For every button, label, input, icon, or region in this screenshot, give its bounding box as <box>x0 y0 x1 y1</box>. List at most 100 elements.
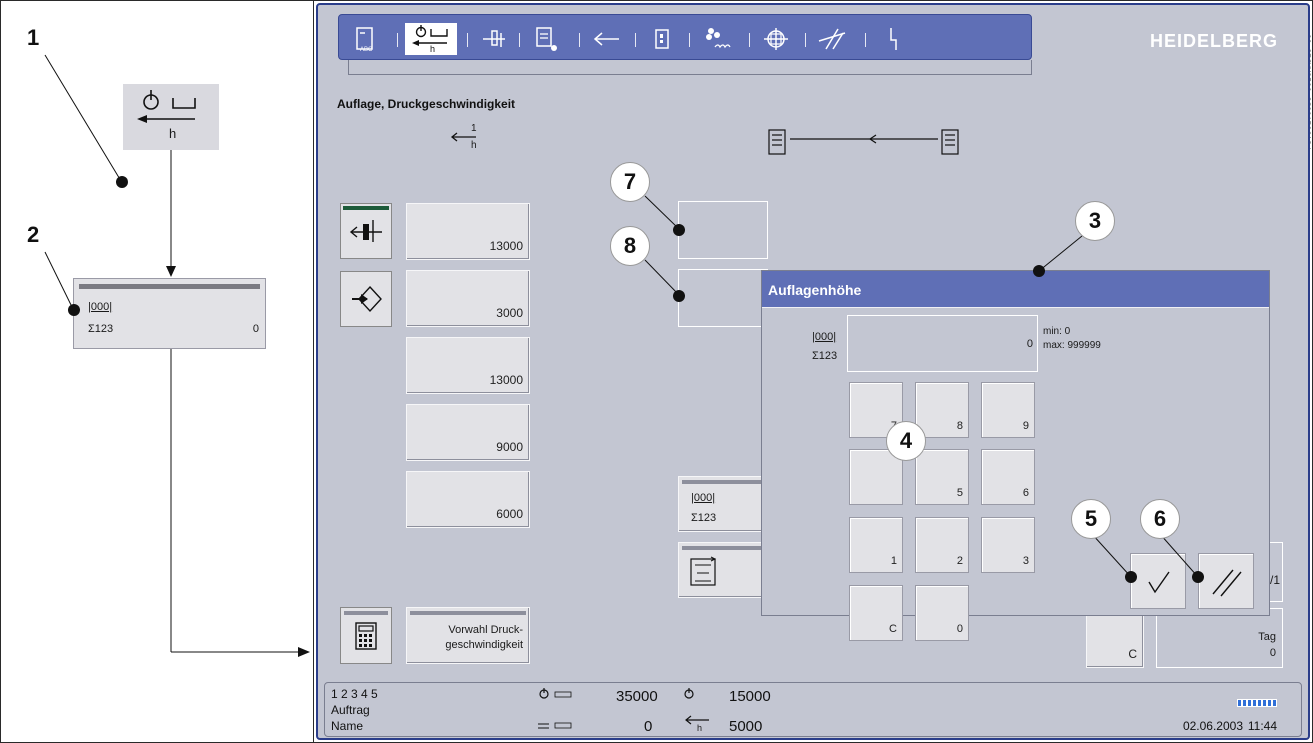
total-count-field[interactable]: |000| Σ123 <box>678 476 768 532</box>
status-counter-rate: 5000 <box>729 718 763 735</box>
key-2[interactable]: 2 <box>915 517 969 573</box>
sheet-counter-field-8[interactable] <box>678 269 768 327</box>
field-value: 9000 <box>496 440 523 454</box>
status-bar: 1 2 3 4 5 Auftrag Name 35000 15000 0 h 5… <box>324 682 1302 737</box>
status-date: 02.06.2003 <box>1182 719 1243 733</box>
confirm-button[interactable] <box>1130 553 1186 609</box>
detail-icon-sub: h <box>169 126 177 141</box>
sheet-flow-diagram <box>766 125 986 161</box>
key-3[interactable]: 3 <box>981 517 1035 573</box>
key-8[interactable]: 8 <box>915 382 969 438</box>
detail-field-line1: |000| <box>88 301 113 313</box>
counter-clear-label: C <box>1128 647 1137 661</box>
checkmark-icon <box>1148 571 1170 594</box>
detail-field-value: 0 <box>252 323 259 335</box>
page-title: Auflage, Druckgeschwindigkeit <box>337 97 516 111</box>
key-6[interactable]: 6 <box>981 449 1035 505</box>
run-length-field-4[interactable]: 9000 <box>406 404 530 461</box>
name-label: Name <box>331 719 364 733</box>
tab-plate-icon[interactable] <box>529 23 563 55</box>
key-0[interactable]: 0 <box>915 585 969 641</box>
tab-inking-icon[interactable] <box>645 23 679 55</box>
figure-divider <box>313 0 314 743</box>
dialog-max-label: max: 999999 <box>1043 340 1101 351</box>
key-5[interactable]: 5 <box>915 449 969 505</box>
transfer-button[interactable] <box>340 271 392 327</box>
field-value: 13000 <box>489 239 523 253</box>
toolbar-underline <box>348 60 1032 75</box>
detail-run-icon-box: h <box>123 84 219 150</box>
reset-counter-icon <box>690 556 717 586</box>
key-1[interactable]: 1 <box>849 517 903 573</box>
detail-count-field: |000| Σ123 0 <box>73 278 266 349</box>
tab-delivery-icon[interactable] <box>815 23 849 55</box>
total-count-line1: |000| <box>691 492 716 504</box>
callout-7: 7 <box>610 162 650 202</box>
callout-4: 4 <box>886 421 926 461</box>
calculator-icon <box>355 621 377 650</box>
run-length-dialog: Auflagenhöhe |000| Σ123 0 min: 0 max: 99… <box>761 270 1270 641</box>
preset-label-1: Vorwahl Druck- <box>448 624 523 636</box>
preset-label-2: geschwindigkeit <box>445 639 523 651</box>
counter-clear-button[interactable]: C <box>1086 613 1144 668</box>
callout-1-dot <box>116 176 128 188</box>
job-numbers: 1 2 3 4 5 <box>331 687 378 701</box>
calculator-button[interactable] <box>340 607 392 664</box>
day-value: 0 <box>1269 647 1276 659</box>
callout-2: 2 <box>27 222 40 247</box>
preset-speed-button[interactable]: Vorwahl Druck- geschwindigkeit <box>406 607 530 664</box>
tab-register-icon[interactable] <box>759 23 793 55</box>
job-label: Auftrag <box>331 703 370 717</box>
run-length-input[interactable]: 0 <box>847 315 1038 372</box>
run-length-field-1[interactable]: 13000 <box>406 203 530 260</box>
run-length-input-value: 0 <box>1026 338 1033 350</box>
run-length-field-3[interactable]: 13000 <box>406 337 530 394</box>
speed-unit-icon: 1 h <box>446 123 486 153</box>
dialog-input-line1: |000| <box>812 331 837 343</box>
status-time: 11:44 <box>1247 719 1277 733</box>
day-counter-field[interactable]: Tag 0 <box>1156 608 1283 668</box>
callout-5-dot <box>1125 571 1137 583</box>
tab-feeder-icon[interactable] <box>477 23 511 55</box>
sheet-counter-field-7[interactable] <box>678 201 768 259</box>
cancel-button[interactable] <box>1198 553 1254 609</box>
rate-sub-label: h <box>697 723 703 733</box>
callout-5: 5 <box>1071 499 1111 539</box>
speed-counter-icon <box>684 688 694 699</box>
callout-8-dot <box>673 290 685 302</box>
detail-field-line2: Σ123 <box>88 323 114 335</box>
status-counter-current: 0 <box>644 718 653 735</box>
run-length-field-5[interactable]: 6000 <box>406 471 530 528</box>
callout-6-dot <box>1192 571 1204 583</box>
callout-1: 1 <box>27 25 40 50</box>
tab-back-arrow-icon[interactable] <box>589 23 623 55</box>
run-length-field-2[interactable]: 3000 <box>406 270 530 327</box>
callout-3-dot <box>1033 265 1045 277</box>
field-value: 3000 <box>496 306 523 320</box>
key-9[interactable]: 9 <box>981 382 1035 438</box>
tab-dampening-icon[interactable] <box>699 23 733 55</box>
field-value: 13000 <box>489 373 523 387</box>
press-console-screen: ABC h HEIDELBERG Auflage, Druckgeschwind… <box>316 3 1310 740</box>
total-count-line2: Σ123 <box>691 512 717 524</box>
status-counter-speed: 15000 <box>729 688 771 705</box>
partial-field-text: /1 <box>1269 573 1280 587</box>
dialog-min-label: min: 0 <box>1043 326 1071 337</box>
field-value: 6000 <box>496 507 523 521</box>
callout-3: 3 <box>1075 201 1115 241</box>
callout-6: 6 <box>1140 499 1180 539</box>
callout-7-dot <box>673 224 685 236</box>
tab-service-icon[interactable] <box>875 23 909 55</box>
feeder-toggle-button[interactable] <box>340 203 392 259</box>
tab-run-speed[interactable]: h <box>405 23 457 55</box>
reset-counter-button[interactable] <box>678 542 768 598</box>
dialog-input-line2: Σ123 <box>812 350 838 362</box>
key-clear[interactable]: C <box>849 585 903 641</box>
day-label: Tag <box>1258 631 1276 643</box>
callout-2-dot <box>68 304 80 316</box>
feeder-icon <box>349 220 382 242</box>
transfer-diamond-icon <box>352 285 382 313</box>
tab-run-sublabel: h <box>430 44 436 54</box>
total-counter-icon <box>539 688 572 699</box>
tab-job-document-icon[interactable]: ABC <box>348 23 382 55</box>
